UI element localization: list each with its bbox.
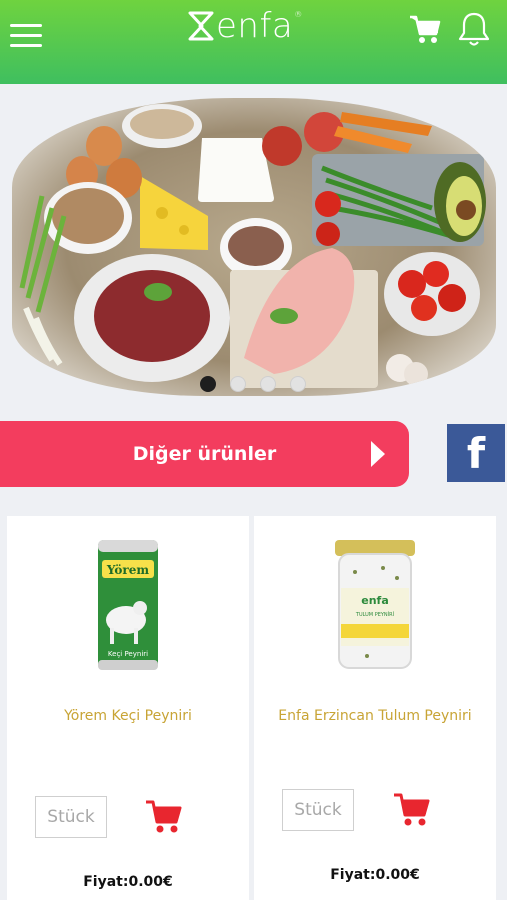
shopping-cart-icon — [410, 15, 441, 43]
facebook-icon: f — [466, 428, 486, 478]
product-price: Fiyat:0.00€ — [83, 874, 173, 890]
other-products-label: Diğer ürünler — [132, 443, 277, 465]
enfa-tulum-cheese-jar[interactable]: enfa TULUM PEYNİRİ — [331, 538, 419, 672]
header-cart-button[interactable] — [408, 12, 442, 46]
svg-text:Keçi Peyniri: Keçi Peyniri — [108, 650, 148, 658]
notification-bell-icon — [458, 12, 490, 46]
product-name[interactable]: Yörem Keçi Peyniri — [7, 708, 249, 724]
yorem-goat-cheese-can[interactable]: Yörem Keçi Peyniri — [96, 538, 160, 672]
carousel-dot-1[interactable] — [200, 376, 216, 392]
product-name[interactable]: Enfa Erzincan Tulum Peyniri — [254, 708, 496, 724]
quantity-input[interactable] — [35, 796, 107, 838]
product-card[interactable]: Yörem Keçi Peyniri Yörem Keçi Peyniri Fi… — [7, 516, 249, 900]
shopping-cart-icon — [146, 800, 182, 833]
logo-text: enfa — [216, 6, 294, 46]
carousel-pagination — [200, 376, 306, 392]
hamburger-menu-icon[interactable] — [10, 24, 42, 48]
add-to-cart-button[interactable] — [144, 796, 184, 836]
product-card[interactable]: enfa TULUM PEYNİRİ Enfa Erzincan Tulum P… — [254, 516, 496, 900]
app-header: enfa ® — [0, 0, 507, 84]
fresh-groceries-photo — [19, 104, 486, 388]
other-products-button[interactable]: Diğer ürünler — [0, 421, 409, 487]
promo-banner-image[interactable] — [12, 98, 496, 396]
registered-mark: ® — [294, 10, 303, 19]
notifications-button[interactable] — [456, 10, 492, 48]
carousel-dot-3[interactable] — [260, 376, 276, 392]
enfa-logo[interactable]: enfa ® — [188, 6, 303, 46]
play-arrow-icon — [371, 441, 385, 467]
product-price: Fiyat:0.00€ — [330, 867, 420, 883]
svg-text:enfa: enfa — [361, 594, 389, 607]
quantity-input[interactable] — [282, 789, 354, 831]
enfa-logo-mark-icon — [188, 11, 214, 41]
carousel-dot-4[interactable] — [290, 376, 306, 392]
svg-text:Yörem: Yörem — [106, 563, 149, 577]
shopping-cart-icon — [394, 793, 430, 826]
svg-text:TULUM PEYNİRİ: TULUM PEYNİRİ — [355, 611, 394, 618]
carousel-dot-2[interactable] — [230, 376, 246, 392]
facebook-button[interactable]: f — [447, 424, 505, 482]
add-to-cart-button[interactable] — [392, 789, 432, 829]
